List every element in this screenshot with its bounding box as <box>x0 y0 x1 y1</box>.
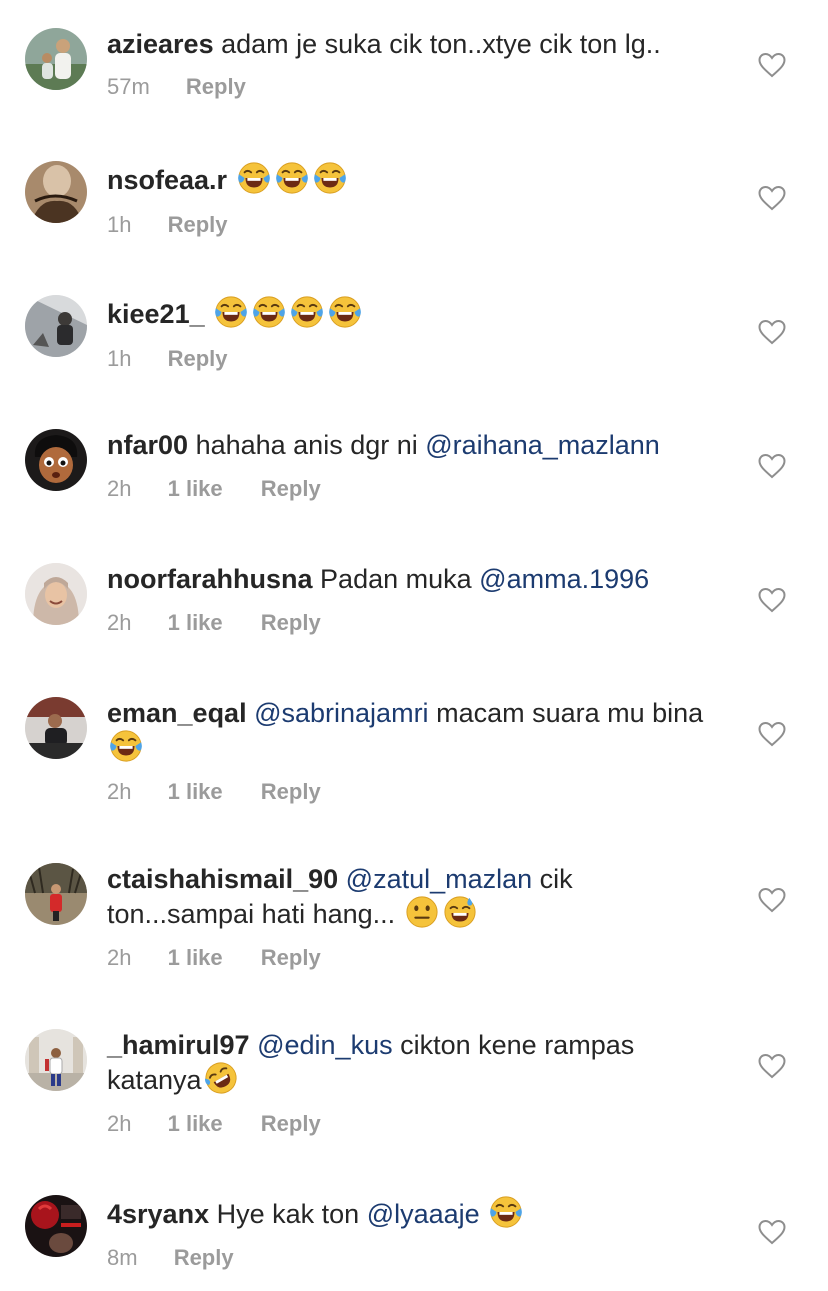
comment-text: nsofeaa.r <box>107 161 717 196</box>
comment-text: _hamirul97 @edin_kus cikton kene rampas … <box>107 1029 717 1096</box>
face-with-tears-of-joy-emoji <box>214 295 248 329</box>
timestamp: 57m <box>107 74 150 99</box>
face-with-tears-of-joy-emoji <box>489 1195 523 1229</box>
comment-text: kiee21_ <box>107 295 717 330</box>
mention-link[interactable]: @zatul_mazlan <box>346 864 533 894</box>
timestamp: 1h <box>107 212 132 237</box>
rolling-on-the-floor-laughing-emoji <box>204 1061 238 1095</box>
username[interactable]: noorfarahhusna <box>107 564 313 594</box>
timestamp: 1h <box>107 346 132 371</box>
username[interactable]: 4sryanx <box>107 1199 209 1229</box>
username[interactable]: eman_eqal <box>107 698 247 728</box>
face-with-tears-of-joy-emoji <box>252 295 286 329</box>
timestamp: 2h <box>107 610 132 635</box>
username[interactable]: nsofeaa.r <box>107 165 227 195</box>
username[interactable]: kiee21_ <box>107 299 205 329</box>
timestamp: 2h <box>107 476 132 501</box>
mention-link[interactable]: @sabrinajamri <box>254 698 428 728</box>
reply-button[interactable]: Reply <box>261 779 321 805</box>
avatar[interactable] <box>25 161 87 223</box>
face-with-tears-of-joy-emoji <box>328 295 362 329</box>
avatar[interactable] <box>25 563 87 625</box>
avatar[interactable] <box>25 28 87 90</box>
avatar[interactable] <box>25 863 87 925</box>
reply-button[interactable]: Reply <box>186 74 246 100</box>
heart-outline-icon[interactable] <box>758 1219 786 1245</box>
comment-text: 4sryanx Hye kak ton @lyaaaje <box>107 1195 717 1230</box>
comment-body: adam je suka cik ton..xtye cik ton lg.. <box>221 29 661 59</box>
comment-body: hahaha anis dgr ni <box>195 430 418 460</box>
avatar[interactable] <box>25 429 87 491</box>
heart-outline-icon[interactable] <box>758 319 786 345</box>
username[interactable]: ctaishahismail_90 <box>107 864 338 894</box>
mention-link[interactable]: @lyaaaje <box>367 1199 480 1229</box>
comment-text: nfar00 hahaha anis dgr ni @raihana_mazla… <box>107 429 717 461</box>
avatar[interactable] <box>25 1195 87 1257</box>
reply-button[interactable]: Reply <box>168 212 228 238</box>
comment-text: ctaishahismail_90 @zatul_mazlan cik ton.… <box>107 863 717 930</box>
mention-link[interactable]: @edin_kus <box>257 1030 393 1060</box>
face-with-tears-of-joy-emoji <box>290 295 324 329</box>
reply-button[interactable]: Reply <box>261 1111 321 1137</box>
comment-body: Padan muka <box>320 564 472 594</box>
comment-body: macam suara mu bina <box>436 698 704 728</box>
avatar[interactable] <box>25 1029 87 1091</box>
reply-button[interactable]: Reply <box>261 610 321 636</box>
neutral-face-emoji <box>405 895 439 929</box>
reply-button[interactable]: Reply <box>261 945 321 971</box>
reply-button[interactable]: Reply <box>174 1245 234 1271</box>
timestamp: 8m <box>107 1245 138 1270</box>
avatar[interactable] <box>25 295 87 357</box>
heart-outline-icon[interactable] <box>758 887 786 913</box>
comment-text: noorfarahhusna Padan muka @amma.1996 <box>107 563 717 595</box>
face-with-tears-of-joy-emoji <box>109 729 143 763</box>
likes-count[interactable]: 1 like <box>168 945 223 971</box>
likes-count[interactable]: 1 like <box>168 610 223 636</box>
mention-link[interactable]: @raihana_mazlann <box>425 430 660 460</box>
heart-outline-icon[interactable] <box>758 453 786 479</box>
mention-link[interactable]: @amma.1996 <box>479 564 649 594</box>
reply-button[interactable]: Reply <box>261 476 321 502</box>
timestamp: 2h <box>107 945 132 970</box>
likes-count[interactable]: 1 like <box>168 476 223 502</box>
likes-count[interactable]: 1 like <box>168 779 223 805</box>
username[interactable]: _hamirul97 <box>107 1030 250 1060</box>
heart-outline-icon[interactable] <box>758 587 786 613</box>
avatar[interactable] <box>25 697 87 759</box>
username[interactable]: nfar00 <box>107 430 188 460</box>
heart-outline-icon[interactable] <box>758 1053 786 1079</box>
comment-list: azieares adam je suka cik ton..xtye cik … <box>0 0 828 1291</box>
face-with-tears-of-joy-emoji <box>313 161 347 195</box>
comment-body: Hye kak ton <box>216 1199 360 1229</box>
comment-text: eman_eqal @sabrinajamri macam suara mu b… <box>107 697 717 764</box>
face-with-tears-of-joy-emoji <box>237 161 271 195</box>
heart-outline-icon[interactable] <box>758 52 786 78</box>
timestamp: 2h <box>107 779 132 804</box>
face-with-tears-of-joy-emoji <box>275 161 309 195</box>
comment-text: azieares adam je suka cik ton..xtye cik … <box>107 28 717 60</box>
likes-count[interactable]: 1 like <box>168 1111 223 1137</box>
grinning-face-with-sweat-emoji <box>443 895 477 929</box>
reply-button[interactable]: Reply <box>168 346 228 372</box>
timestamp: 2h <box>107 1111 132 1136</box>
heart-outline-icon[interactable] <box>758 185 786 211</box>
heart-outline-icon[interactable] <box>758 721 786 747</box>
username[interactable]: azieares <box>107 29 214 59</box>
